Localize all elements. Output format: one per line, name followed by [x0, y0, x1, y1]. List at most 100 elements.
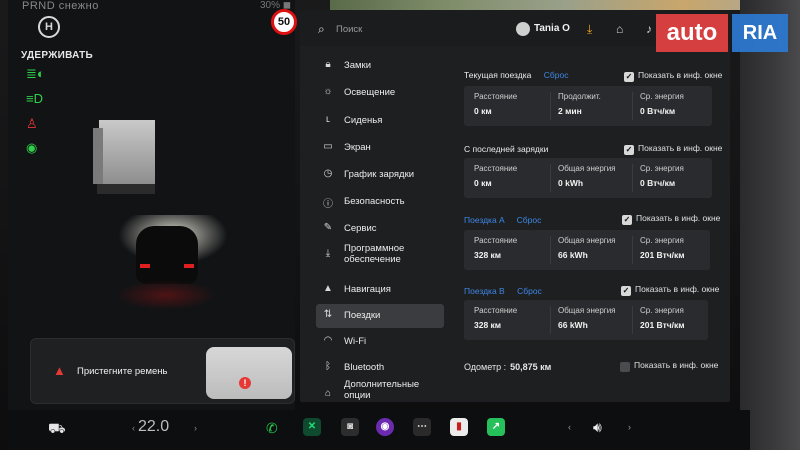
seat-map: [206, 347, 292, 399]
section-trip-a: Поездка A Сброс: [464, 215, 541, 225]
sidebar-item-locks[interactable]: 🔒︎ Замки: [316, 54, 444, 78]
reset-link[interactable]: Сброс: [517, 215, 542, 225]
sidebar-item-software[interactable]: ⤓ Программное обеспечение: [316, 243, 444, 271]
odometer-value: 50,875 км: [510, 362, 552, 372]
stat-distance: Расстояние 328 км: [474, 236, 518, 260]
headlight-icon: ≣◐: [26, 66, 45, 81]
checkbox-icon[interactable]: ✓: [624, 72, 634, 82]
stat-distance: Расстояние 328 км: [474, 306, 518, 330]
stat-distance: Расстояние 0 км: [474, 92, 518, 116]
sidebar-item-safety[interactable]: ⓘ Безопасность: [316, 190, 444, 214]
checkbox-icon[interactable]: ✓: [621, 286, 631, 296]
bottom-dock: ⛟ ‹ 22.0 › ✆ ✕ ◙ ◉ ⋯ ▮ ↗ ‹ 🔊︎ ›: [8, 410, 750, 450]
temp-down-button[interactable]: ‹: [132, 423, 135, 433]
seat-icon: ʟ: [325, 114, 331, 125]
car-icon[interactable]: ⛟: [48, 420, 66, 439]
checkbox-icon[interactable]: ✓: [622, 215, 632, 225]
section-title: Текущая поездка: [464, 70, 532, 80]
sidebar-item-label: Программное обеспечение: [344, 243, 405, 265]
sidebar-item-bluetooth[interactable]: ᛒ Bluetooth: [316, 356, 444, 380]
hold-label: УДЕРЖИВАТЬ: [21, 50, 94, 61]
sidebar-item-label: Освещение: [344, 87, 396, 98]
section-title: Поездка B: [464, 286, 505, 296]
phone-icon[interactable]: ✆: [266, 420, 278, 437]
sidebar-item-label: Wi-Fi: [344, 336, 367, 347]
section-trip-b: Поездка B Сброс: [464, 286, 542, 296]
sidebar-item-label: Дополнительные опции: [344, 379, 420, 401]
checkbox-icon[interactable]: ✓: [620, 362, 630, 372]
sidebar-item-label: Безопасность: [344, 196, 405, 207]
odometer-show-checkbox[interactable]: ✓ Показать в инф. окне: [620, 360, 718, 372]
divider: [550, 236, 551, 264]
stat-card: Расстояние 0 км Общая энергия 0 kWh Ср. эн…: [464, 158, 712, 198]
media-app-icon[interactable]: ◉: [376, 418, 394, 436]
show-in-card-checkbox[interactable]: ✓ Показать в инф. окне: [624, 143, 722, 155]
stat-distance: Расстояние 0 км: [474, 164, 518, 188]
camera-icon[interactable]: ◙: [341, 418, 359, 436]
truck-visual: [93, 120, 159, 200]
wrench-icon: ✎: [323, 222, 333, 233]
show-in-card-checkbox[interactable]: ✓ Показать в инф. окне: [624, 70, 722, 82]
volume-down-button[interactable]: ‹: [568, 422, 571, 432]
user-name[interactable]: Tania O: [534, 23, 570, 34]
odometer: Одометр :50,875 км: [464, 362, 551, 372]
sidebar-item-label: Сервис: [344, 223, 377, 234]
more-apps-icon[interactable]: ⋯: [413, 418, 431, 436]
sidebar-item-navigation[interactable]: ▲ Навигация: [316, 278, 444, 302]
stat-avg-energy: Ср. энергия 0 Втч/км: [640, 92, 684, 116]
volume-up-button[interactable]: ›: [628, 422, 631, 432]
sidebar-item-label: Bluetooth: [344, 362, 385, 373]
sidebar-item-display[interactable]: ▭ Экран: [316, 136, 444, 160]
seatbelt-alert-text: Пристегните ремень: [77, 366, 168, 377]
odometer-label: Одометр :: [464, 362, 507, 372]
app-toybox-icon[interactable]: ✕: [303, 418, 321, 436]
temp-up-button[interactable]: ›: [194, 423, 197, 433]
show-in-card-checkbox[interactable]: ✓ Показать в инф. окне: [621, 284, 719, 296]
temperature-display[interactable]: 22.0: [138, 418, 169, 436]
sidebar-item-charge-schedule[interactable]: ◷ График зарядки: [316, 163, 444, 187]
safety-icon: ⓘ: [323, 199, 333, 210]
sidebar-item-seats[interactable]: ʟ Сиденья: [316, 109, 444, 133]
calendar-icon[interactable]: ▮: [450, 418, 468, 436]
sidebar-item-service[interactable]: ✎ Сервис: [316, 217, 444, 241]
sidebar-item-upgrades[interactable]: ⌂ Дополнительные опции: [316, 379, 444, 407]
checkbox-label: Показать в инф. окне: [638, 70, 723, 80]
show-in-card-checkbox[interactable]: ✓ Показать в инф. окне: [622, 213, 720, 225]
watermark-auto: auto: [656, 14, 728, 52]
gear-status: PRND снежно: [22, 0, 99, 12]
download-icon[interactable]: ⤓: [587, 22, 592, 37]
stat-card: Расстояние 328 км Общая энергия 66 kWh Ср.…: [464, 300, 708, 340]
stat-card: Расстояние 0 км Продолжит. 2 мин Ср. энерг…: [464, 86, 712, 126]
user-avatar[interactable]: [516, 22, 530, 36]
search-input[interactable]: [336, 21, 476, 37]
hold-icon: H: [38, 16, 60, 38]
section-since-charge: С последней зарядки: [464, 144, 548, 154]
sidebar-item-lighting[interactable]: ☼ Освещение: [316, 81, 444, 105]
divider: [632, 236, 633, 264]
trips-icon: ⇅: [323, 309, 333, 320]
checkbox-label: Показать в инф. окне: [636, 213, 721, 223]
section-title: Поездка A: [464, 215, 505, 225]
stat-avg-energy: Ср. энергия 201 Втч/км: [640, 236, 685, 260]
download-icon: ⤓: [325, 248, 331, 259]
stat-card: Расстояние 328 км Общая энергия 66 kWh Ср.…: [464, 230, 710, 270]
eco-icon: ◉: [26, 140, 38, 155]
divider: [550, 164, 551, 192]
volume-icon[interactable]: 🔊︎: [593, 419, 602, 436]
section-title: С последней зарядки: [464, 144, 549, 154]
reset-link[interactable]: Сброс: [517, 286, 542, 296]
seatbelt-warning-icon: ♙: [26, 116, 38, 131]
seat-alert-icon: !: [239, 377, 251, 389]
sidebar-item-wifi[interactable]: ◠ Wi-Fi: [316, 330, 444, 354]
sidebar-item-label: Навигация: [344, 284, 391, 295]
sidebar-item-trips[interactable]: ⇅ Поездки: [316, 304, 444, 328]
checkbox-icon[interactable]: ✓: [624, 145, 634, 155]
home-icon[interactable]: ⌂: [616, 22, 623, 36]
energy-app-icon[interactable]: ↗: [487, 418, 505, 436]
reset-link[interactable]: Сброс: [544, 70, 569, 80]
divider: [632, 164, 633, 192]
bell-icon[interactable]: ♪: [646, 22, 652, 36]
photo-right-edge: [740, 0, 800, 450]
navigation-icon: ▲: [323, 283, 333, 294]
search-icon[interactable]: ⌕: [318, 22, 325, 37]
